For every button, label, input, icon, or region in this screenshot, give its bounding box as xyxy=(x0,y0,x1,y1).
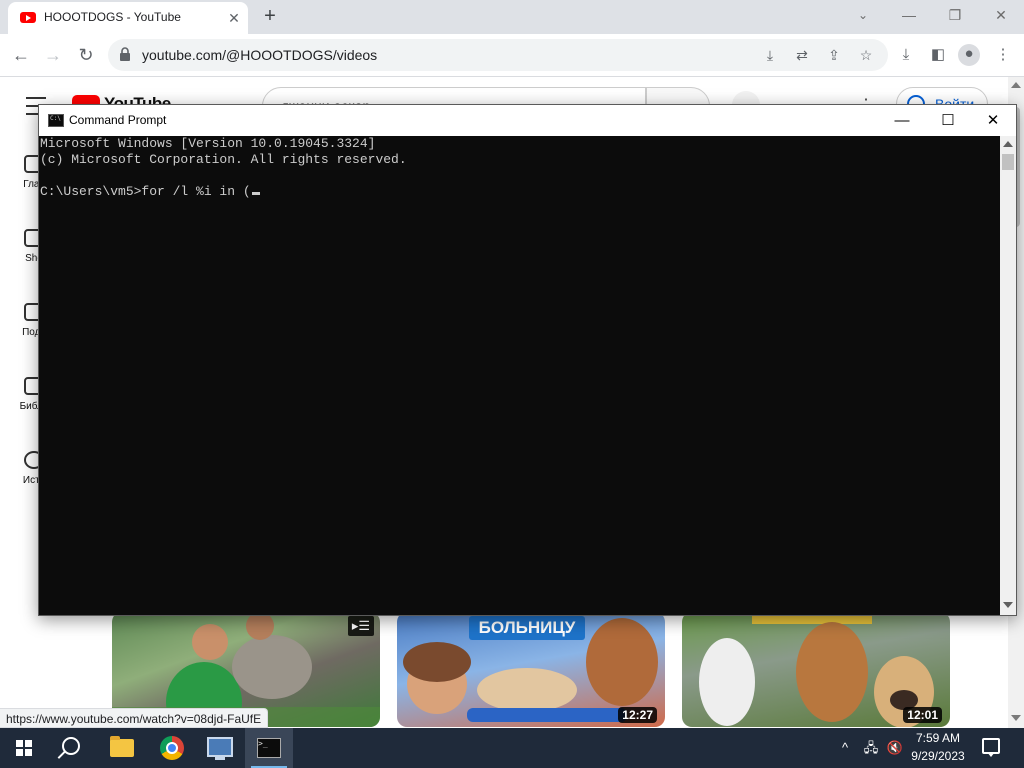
tab-title: HOOOTDOGS - YouTube xyxy=(44,10,181,24)
start-button[interactable] xyxy=(0,728,48,768)
command-prompt-icon[interactable] xyxy=(48,114,64,127)
cmd-scroll-up-arrow-icon[interactable] xyxy=(1003,141,1013,147)
tab-search-chevron-icon[interactable]: ⌄ xyxy=(840,0,886,30)
video-duration: 12:01 xyxy=(903,707,942,723)
volume-muted-icon[interactable]: 🔇 xyxy=(884,738,906,758)
browser-close-button[interactable]: ✕ xyxy=(978,0,1024,30)
browser-restore-button[interactable]: ❐ xyxy=(932,0,978,30)
bookmark-star-icon[interactable]: ☆ xyxy=(856,45,876,65)
network-icon[interactable]: 🖧 xyxy=(860,738,882,758)
video-duration: 12:27 xyxy=(618,707,657,723)
cmd-console-area[interactable]: Microsoft Windows [Version 10.0.19045.33… xyxy=(39,136,1000,615)
install-app-icon[interactable]: ⤓ xyxy=(760,45,780,65)
translate-icon[interactable]: ⇄ xyxy=(792,45,812,65)
youtube-favicon-icon xyxy=(20,12,36,23)
notifications-icon[interactable] xyxy=(982,738,1000,757)
add-to-queue-icon[interactable]: ▸☰ xyxy=(348,616,374,636)
side-panel-icon[interactable]: ◧ xyxy=(927,45,949,65)
command-prompt-icon: >_ xyxy=(257,738,281,758)
url-text[interactable]: youtube.com/@HOOOTDOGS/videos xyxy=(142,47,377,63)
video-thumbnail[interactable]: 12:01 xyxy=(682,612,950,727)
console-line: Microsoft Windows [Version 10.0.19045.33… xyxy=(40,136,376,151)
cmd-title-bar[interactable]: Command Prompt — ☐ ✕ xyxy=(39,105,1016,136)
text-cursor xyxy=(251,192,260,195)
command-prompt-window[interactable]: Command Prompt — ☐ ✕ Microsoft Windows [… xyxy=(38,104,1017,616)
profile-avatar-icon[interactable]: ● xyxy=(958,44,980,66)
console-input-text: C:\Users\vm5>for /l %i in ( xyxy=(40,184,251,199)
network-config-icon xyxy=(207,737,233,760)
windows-start-icon xyxy=(16,740,32,756)
cmd-scrollbar[interactable] xyxy=(1000,136,1016,615)
thumbnail-overlay-text: БОЛЬНИЦУ xyxy=(469,616,585,640)
taskbar-chrome[interactable] xyxy=(148,728,196,768)
lock-icon[interactable] xyxy=(120,47,130,61)
taskbar-search-button[interactable] xyxy=(48,728,96,768)
console-line: (c) Microsoft Corporation. All rights re… xyxy=(40,152,407,167)
windows-taskbar: >_ ^ 🖧 🔇 7:59 AM 9/29/2023 xyxy=(0,728,1024,768)
file-explorer-icon xyxy=(110,736,134,757)
taskbar-command-prompt[interactable]: >_ xyxy=(245,728,293,768)
cmd-window-title: Command Prompt xyxy=(69,113,167,127)
downloads-icon[interactable]: ⤓ xyxy=(895,45,917,65)
chrome-icon xyxy=(160,736,184,760)
browser-tab-strip: HOOOTDOGS - YouTube ✕ + ⌄ — ❐ ✕ xyxy=(0,0,1024,34)
forward-arrow-icon[interactable]: → xyxy=(40,42,66,68)
clock-date[interactable]: 9/29/2023 xyxy=(904,749,972,763)
browser-tab[interactable]: HOOOTDOGS - YouTube ✕ xyxy=(8,2,248,34)
clock-time[interactable]: 7:59 AM xyxy=(904,731,972,745)
back-arrow-icon[interactable]: ← xyxy=(8,42,34,68)
tab-close-icon[interactable]: ✕ xyxy=(224,8,244,28)
reload-icon[interactable]: ↻ xyxy=(73,42,99,68)
cmd-minimize-button[interactable]: — xyxy=(879,105,925,136)
browser-minimize-button[interactable]: — xyxy=(886,0,932,30)
browser-toolbar: ← → ↻ youtube.com/@HOOOTDOGS/videos ⤓ ⇄ … xyxy=(0,34,1024,77)
console-prompt-line: C:\Users\vm5>for /l %i in ( xyxy=(40,184,999,200)
tray-chevron-icon[interactable]: ^ xyxy=(836,738,854,758)
taskbar-network-config[interactable] xyxy=(196,728,244,768)
chrome-menu-icon[interactable]: ⋮ xyxy=(992,45,1014,65)
cmd-scroll-thumb[interactable] xyxy=(1002,154,1014,170)
link-status-bar: https://www.youtube.com/watch?v=08djd-Fa… xyxy=(0,708,269,728)
scroll-down-arrow-icon[interactable] xyxy=(1011,715,1021,721)
share-icon[interactable]: ⇪ xyxy=(824,45,844,65)
video-thumbnail[interactable]: БОЛЬНИЦУ 12:27 xyxy=(397,612,665,727)
taskbar-file-explorer[interactable] xyxy=(98,728,146,768)
cmd-maximize-button[interactable]: ☐ xyxy=(925,105,971,136)
cmd-scroll-down-arrow-icon[interactable] xyxy=(1003,602,1013,608)
scroll-up-arrow-icon[interactable] xyxy=(1011,82,1021,88)
cmd-close-button[interactable]: ✕ xyxy=(970,105,1016,136)
address-bar[interactable]: youtube.com/@HOOOTDOGS/videos ⤓ ⇄ ⇪ ☆ xyxy=(108,39,888,71)
new-tab-button[interactable]: + xyxy=(258,4,282,28)
search-icon xyxy=(62,737,80,755)
